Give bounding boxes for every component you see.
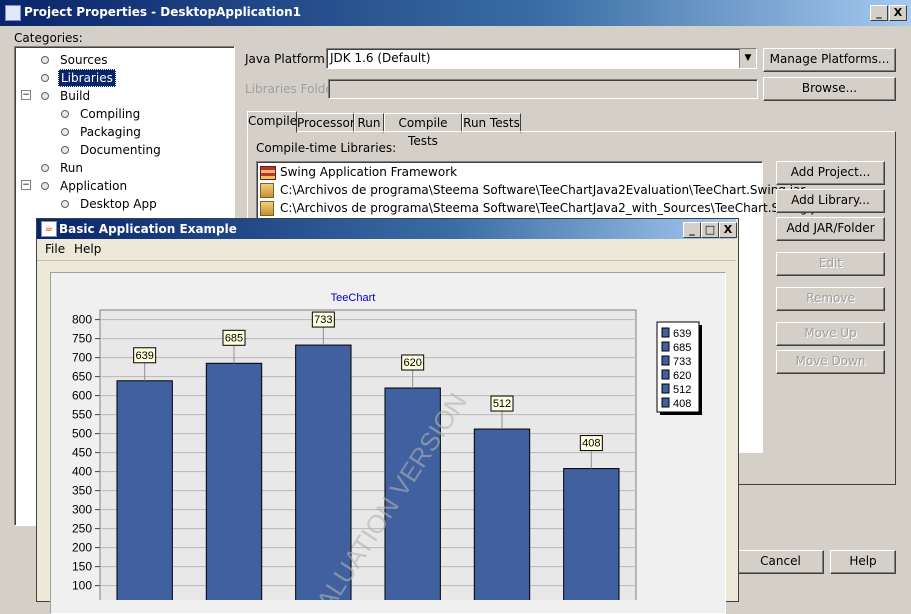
legend-swatch — [661, 397, 670, 408]
y-tick-label: 600 — [72, 389, 92, 403]
legend-item: 512 — [673, 384, 691, 396]
y-axis: 100 150 200 250 300 350 400 450 500 550 600 650 700 7… — [72, 313, 100, 593]
legend-item: 408 — [673, 398, 691, 410]
bar[interactable] — [473, 428, 531, 600]
legend-item: 685 — [673, 342, 691, 354]
data-label: 408 — [582, 438, 600, 450]
legend-swatch — [661, 327, 670, 338]
y-tick-label: 100 — [72, 579, 92, 593]
legend-item: 733 — [673, 356, 691, 368]
y-tick-label: 750 — [72, 332, 92, 346]
data-label: 685 — [225, 332, 243, 344]
legend-swatch — [661, 355, 670, 366]
legend-item: 639 — [673, 328, 691, 340]
y-tick-label: 200 — [72, 541, 92, 555]
chart-title: TeeChart — [331, 292, 376, 304]
bar[interactable] — [563, 468, 620, 600]
y-tick-label: 250 — [72, 522, 92, 536]
chart-legend: 639 685 733 620 512 408 — [656, 321, 702, 415]
y-tick-label: 550 — [72, 408, 92, 422]
tab-compile[interactable]: Compile — [247, 111, 297, 133]
legend-swatch — [661, 369, 670, 380]
data-label: 512 — [493, 398, 511, 410]
teechart[interactable]: TeeChart 100 150 200 250 300 350 400 450 500 550 6… — [0, 0, 911, 600]
y-tick-label: 500 — [72, 427, 92, 441]
data-label: 733 — [314, 314, 332, 326]
data-label: 639 — [135, 350, 153, 362]
y-tick-label: 800 — [72, 313, 92, 327]
y-tick-label: 650 — [72, 370, 92, 384]
bar[interactable] — [205, 362, 263, 600]
legend-swatch — [661, 383, 670, 394]
bar[interactable] — [116, 380, 173, 600]
legend-item: 620 — [673, 370, 691, 382]
y-tick-label: 450 — [72, 446, 92, 460]
y-tick-label: 700 — [72, 351, 92, 365]
y-tick-label: 400 — [72, 465, 92, 479]
legend-swatch — [661, 341, 670, 352]
data-label: 620 — [403, 357, 421, 369]
y-tick-label: 150 — [72, 560, 92, 574]
y-tick-label: 350 — [72, 484, 92, 498]
y-tick-label: 300 — [72, 503, 92, 517]
